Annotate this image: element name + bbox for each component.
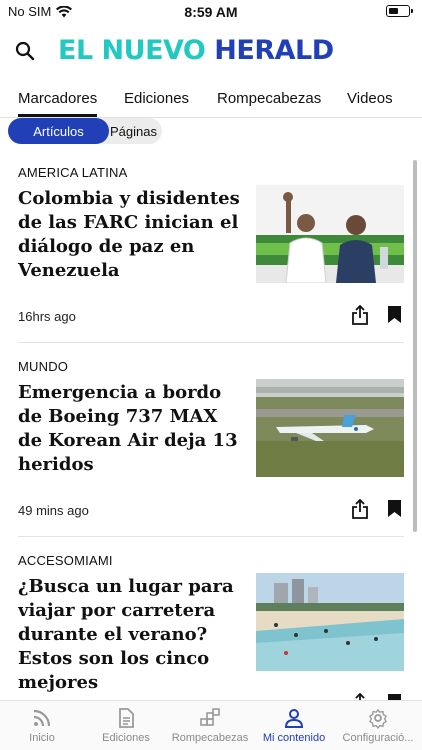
nav-label: Configuració... — [342, 732, 414, 744]
article-category[interactable]: MUNDO — [18, 359, 68, 374]
article-headline[interactable]: Emergencia a bordo de Boeing 737 MAX de … — [18, 381, 246, 477]
nav-item-ediciones[interactable]: Ediciones — [84, 707, 168, 744]
tab-ediciones[interactable]: Ediciones — [124, 90, 189, 107]
bookmark-button[interactable] — [387, 499, 402, 518]
brand-logo[interactable]: EL NUEVO HERALD — [58, 35, 334, 66]
logo-text-primary: EL NUEVO — [58, 35, 215, 66]
tab-marcadores[interactable]: Marcadores — [18, 90, 98, 117]
rss-icon — [33, 709, 51, 727]
share-button[interactable] — [351, 498, 369, 519]
bookmark-button[interactable] — [387, 693, 402, 700]
battery-icon — [386, 5, 413, 17]
status-bar: No SIM 8:59 AM — [0, 0, 422, 24]
article-headline[interactable]: ¿Busca un lugar para viajar por carreter… — [18, 575, 246, 695]
search-button[interactable] — [12, 38, 38, 64]
bookmark-button[interactable] — [387, 305, 402, 324]
share-button[interactable] — [351, 692, 369, 700]
filter-chip-label: Artículos — [33, 123, 84, 139]
app-header: EL NUEVO HERALD — [0, 24, 422, 80]
article-thumbnail[interactable] — [256, 185, 404, 283]
article-card[interactable]: AMERICA LATINA Colombia y disidentes de … — [18, 165, 404, 335]
article-divider — [18, 536, 404, 537]
search-icon — [15, 41, 35, 61]
logo-text-secondary: HERALD — [214, 35, 334, 66]
bookmark-filled-icon — [388, 500, 401, 517]
puzzle-icon — [200, 708, 220, 726]
article-category[interactable]: AMERICA LATINA — [18, 165, 127, 180]
article-thumbnail[interactable] — [256, 379, 404, 477]
nav-label: Rompecabezas — [171, 732, 249, 744]
article-timestamp: 49 mins ago — [18, 503, 89, 518]
nav-label: Ediciones — [102, 732, 150, 744]
share-button[interactable] — [351, 304, 369, 325]
bookmark-filled-icon — [388, 694, 401, 700]
gear-icon — [368, 708, 388, 729]
bottom-nav: Inicio Ediciones Rompecabezas Mi conteni… — [0, 700, 422, 750]
nav-item-inicio[interactable]: Inicio — [0, 707, 84, 744]
nav-label: Mi contenido — [262, 732, 326, 744]
share-icon — [355, 692, 365, 700]
share-icon — [352, 498, 368, 519]
nav-item-configuracion[interactable]: Configuració... — [336, 707, 420, 744]
clock: 8:59 AM — [184, 4, 238, 20]
nav-label: Inicio — [29, 732, 55, 744]
article-thumbnail[interactable] — [256, 573, 404, 671]
article-divider — [18, 342, 404, 343]
filter-chip-articulos[interactable]: Artículos — [8, 118, 109, 144]
person-icon — [284, 709, 304, 728]
section-tabs: Marcadores Ediciones Rompecabezas Videos — [0, 84, 422, 118]
nav-item-mi-contenido[interactable]: Mi contenido — [252, 707, 336, 744]
tab-videos[interactable]: Videos — [347, 90, 393, 107]
tab-rompecabezas[interactable]: Rompecabezas — [217, 90, 321, 107]
document-icon — [119, 708, 134, 728]
article-category[interactable]: ACCESOMIAMI — [18, 553, 113, 568]
scrollbar[interactable] — [413, 160, 417, 532]
bookmark-filled-icon — [388, 306, 401, 323]
article-headline[interactable]: Colombia y disidentes de las FARC inicia… — [18, 187, 246, 283]
article-card[interactable]: ACCESOMIAMI ¿Busca un lugar para viajar … — [18, 553, 404, 700]
filter-chip-label: Páginas — [110, 123, 157, 139]
article-card[interactable]: MUNDO Emergencia a bordo de Boeing 737 M… — [18, 359, 404, 529]
nav-item-rompecabezas[interactable]: Rompecabezas — [168, 707, 252, 744]
share-icon — [352, 304, 368, 325]
article-timestamp: 16hrs ago — [18, 309, 76, 324]
